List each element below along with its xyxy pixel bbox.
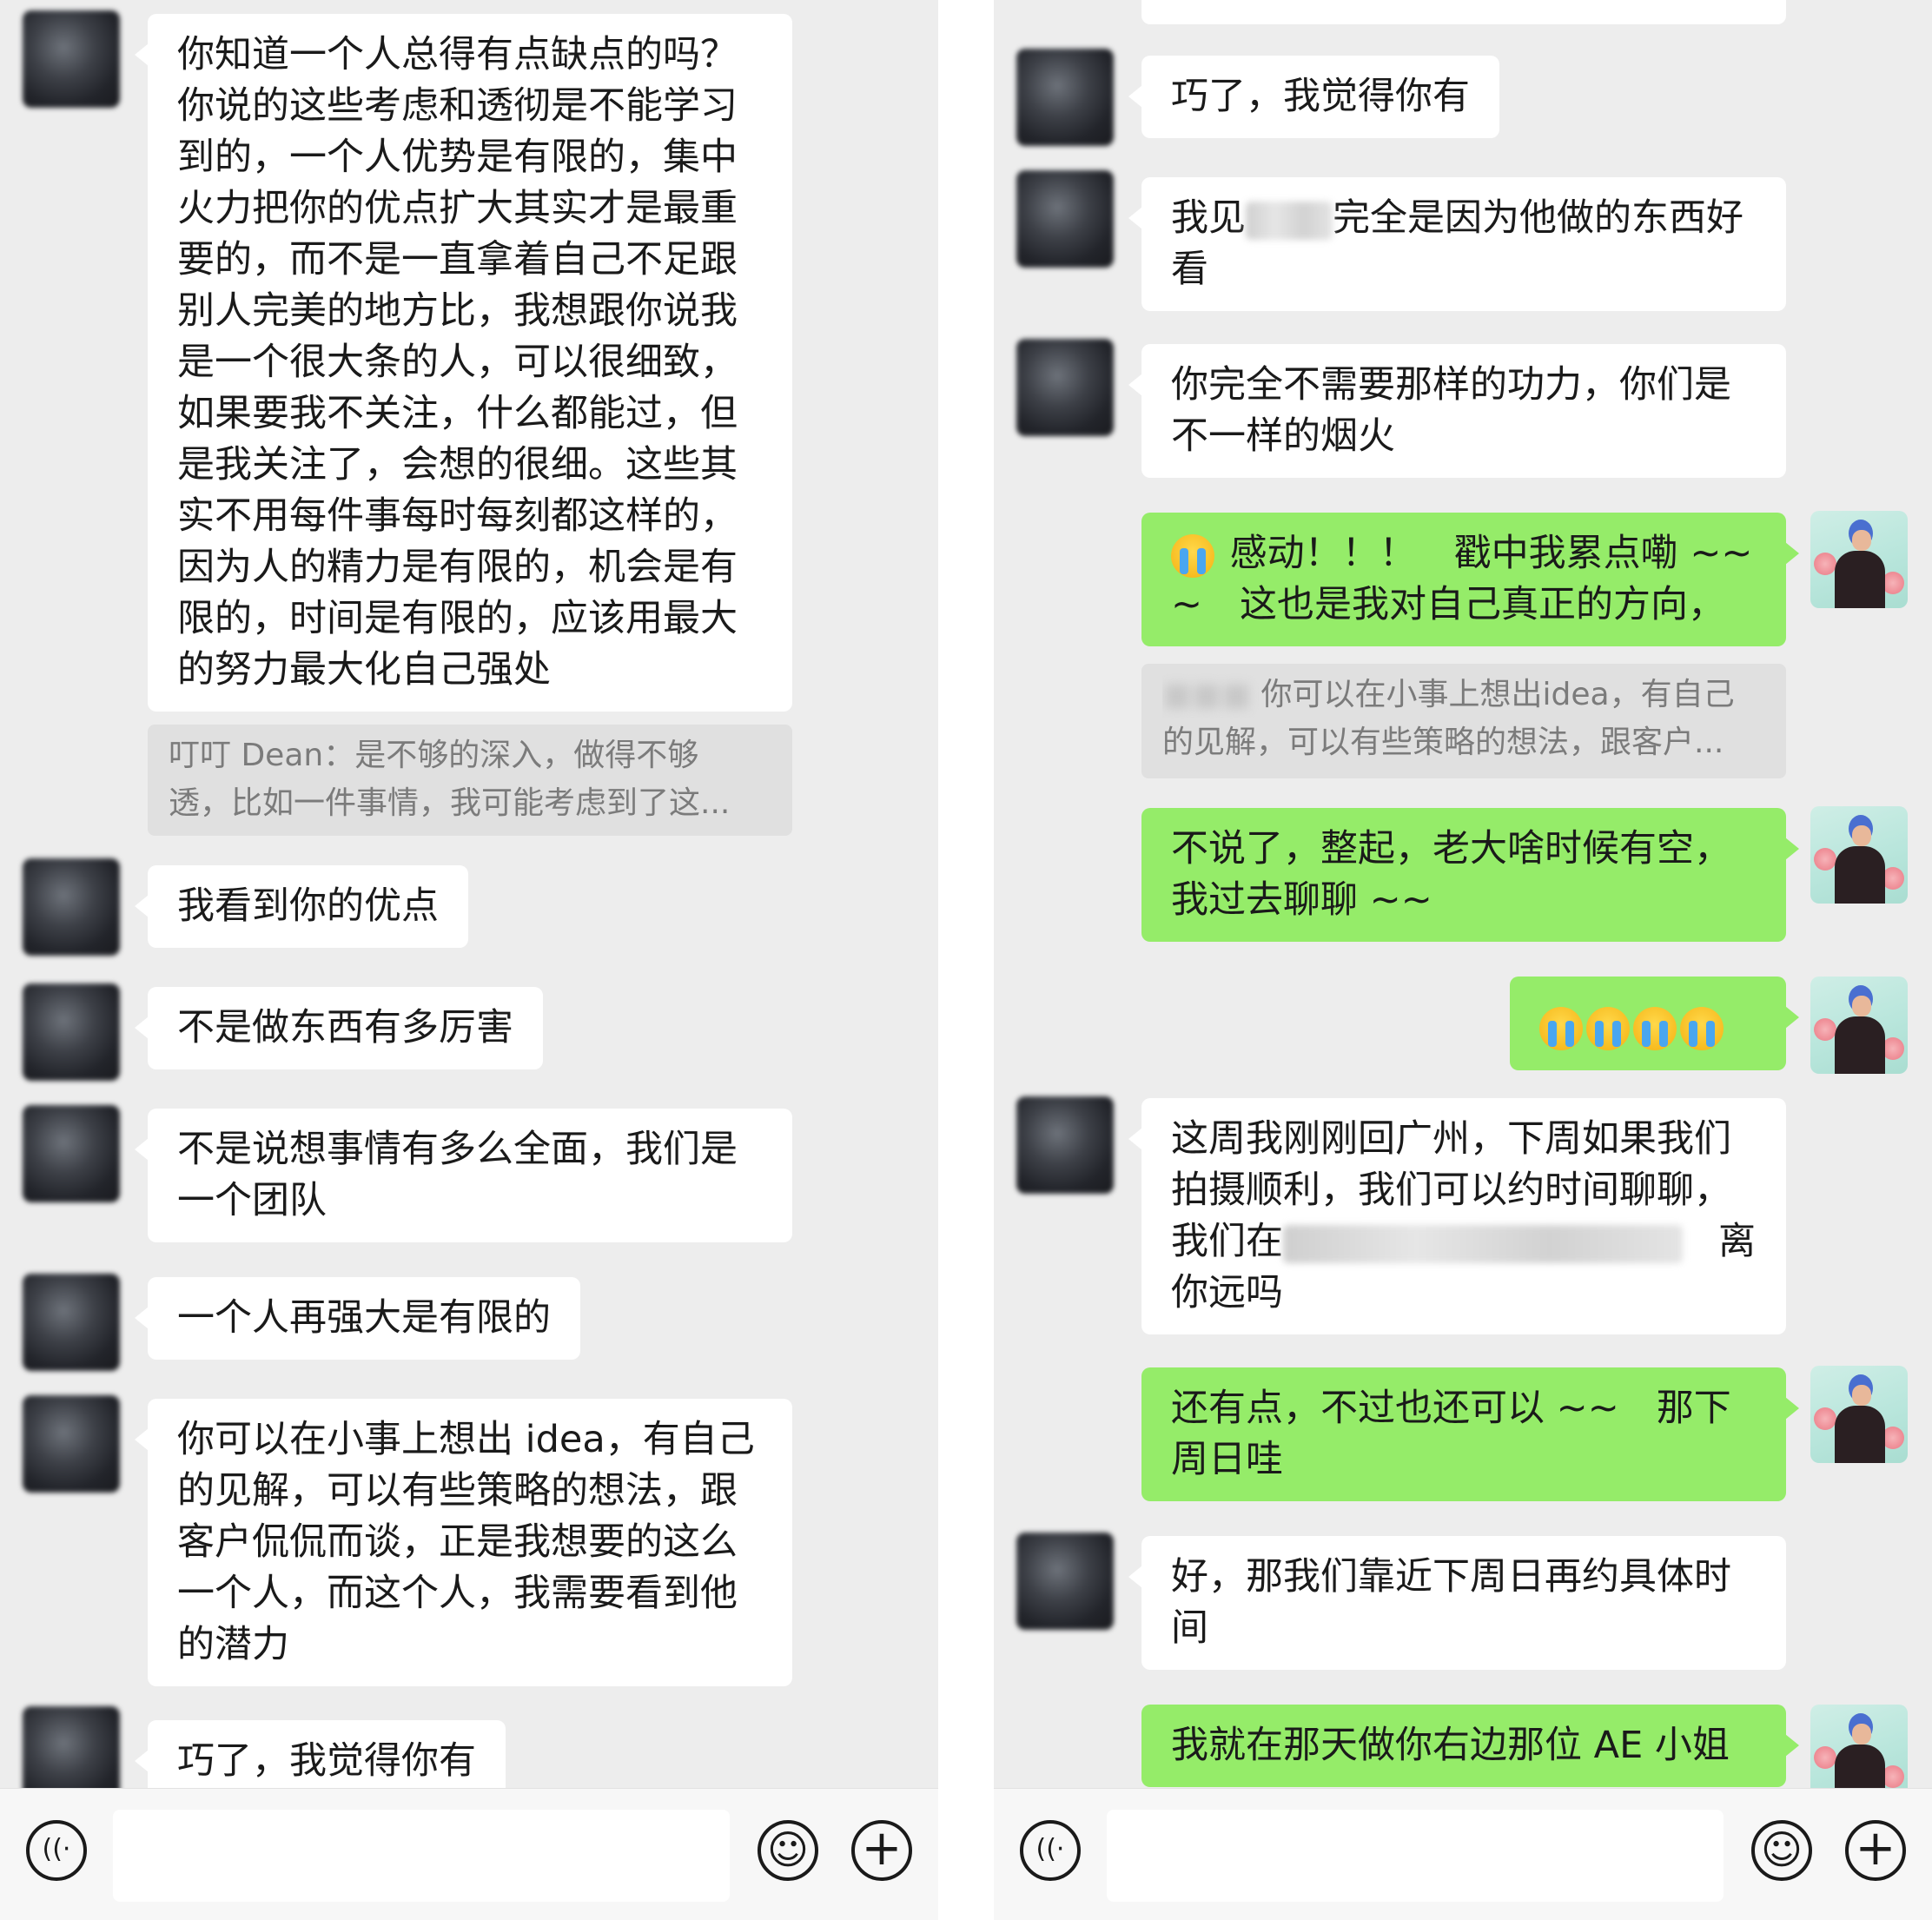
message-bubble-partial[interactable] [1141, 0, 1786, 24]
message-text: 好，那我们靠近下周日再约具体时间 [1171, 1555, 1731, 1650]
chat-panel-right: 巧了，我觉得你有 我见 完全是因为他做的东西好看 你完全不需要那样的功力，你们是不… [994, 0, 1932, 1920]
message-bubble[interactable]: 这周我刚刚回广州，下周如果我们拍摄顺利，我们可以约时间聊聊，我们在 离你远吗 [1128, 1098, 1786, 1334]
message-bubble[interactable]: 巧了，我觉得你有 [135, 1720, 506, 1788]
emoji-icon[interactable]: ☺ [1751, 1820, 1812, 1881]
message-text: 我看到你的优点 [177, 884, 439, 928]
message-bubble[interactable]: 我见 完全是因为他做的东西好看 [1128, 177, 1786, 311]
message-text: 巧了，我觉得你有 [177, 1739, 476, 1783]
message-text: 不是做东西有多厉害 [177, 1006, 513, 1049]
crying-emoji-icon [1633, 1006, 1677, 1050]
contact-avatar[interactable] [23, 1395, 120, 1493]
message-bubble[interactable]: 你完全不需要那样的功力，你们是不一样的烟火 [1128, 344, 1786, 478]
input-toolbar: ((· ☺ + [0, 1788, 938, 1920]
contact-avatar[interactable] [1016, 1533, 1114, 1630]
contact-avatar[interactable] [23, 983, 120, 1081]
quoted-reply[interactable]: 叮叮 Dean：是不够的深入，做得不够 透，比如一件事情，我可能考虑到了这... [148, 725, 792, 836]
message-text: 感动！！！ 戳中我累点嘞 ~~~ 这也是我对自己真正的方向， [1171, 532, 1753, 626]
voice-icon[interactable]: ((· [1020, 1820, 1081, 1881]
quoted-reply[interactable]: ■■■ 你可以在小事上想出idea，有自己 的见解，可以有些策略的想法，跟客户.… [1141, 664, 1786, 778]
crying-emoji-icon [1586, 1006, 1630, 1050]
self-avatar[interactable] [1810, 806, 1908, 904]
message-bubble[interactable]: 不是做东西有多厉害 [135, 987, 543, 1069]
self-avatar[interactable] [1810, 1366, 1908, 1463]
message-text: 巧了，我觉得你有 [1171, 75, 1470, 118]
message-text: 一个人再强大是有限的 [177, 1296, 551, 1340]
message-bubble[interactable]: 你可以在小事上想出 idea，有自己的见解，可以有些策略的想法，跟客户侃侃而谈，… [135, 1399, 792, 1686]
message-text: 不是说想事情有多么全面，我们是一个团队 [177, 1128, 738, 1222]
redacted-name [1246, 201, 1333, 240]
contact-avatar[interactable] [23, 10, 120, 108]
message-list[interactable]: 你知道一个人总得有点缺点的吗？你说的这些考虑和透彻是不能学习到的，一个人优势是有… [0, 0, 938, 1788]
message-bubble-self[interactable]: 我就在那天做你右边那位 AE 小姐 [1141, 1705, 1799, 1787]
contact-avatar[interactable] [23, 1706, 120, 1788]
message-bubble[interactable]: 我看到你的优点 [135, 865, 468, 948]
contact-avatar[interactable] [23, 1105, 120, 1202]
message-text: 还有点，不过也还可以 ~~ 那下周日哇 [1171, 1387, 1731, 1481]
self-avatar[interactable] [1810, 977, 1908, 1074]
redacted-name: ■■■ [1162, 677, 1252, 712]
crying-emoji-icon [1171, 533, 1214, 578]
contact-avatar[interactable] [1016, 170, 1114, 268]
message-list[interactable]: 巧了，我觉得你有 我见 完全是因为他做的东西好看 你完全不需要那样的功力，你们是不… [994, 0, 1932, 1788]
quote-line: ■■■ 你可以在小事上想出idea，有自己 [1162, 677, 1735, 712]
message-text: 你可以在小事上想出 idea，有自己的见解，可以有些策略的想法，跟客户侃侃而谈，… [177, 1418, 755, 1666]
voice-icon[interactable]: ((· [26, 1820, 87, 1881]
message-input[interactable] [113, 1810, 730, 1902]
contact-avatar[interactable] [23, 858, 120, 956]
message-bubble[interactable]: 不是说想事情有多么全面，我们是一个团队 [135, 1109, 792, 1242]
contact-avatar[interactable] [1016, 1096, 1114, 1194]
plus-icon[interactable]: + [1845, 1820, 1906, 1881]
quote-line: 叮叮 Dean：是不够的深入，做得不够 [169, 738, 699, 773]
self-avatar[interactable] [1810, 1705, 1908, 1788]
contact-avatar[interactable] [1016, 339, 1114, 436]
input-toolbar: ((· ☺ + [994, 1788, 1932, 1920]
message-text: 你知道一个人总得有点缺点的吗？你说的这些考虑和透彻是不能学习到的，一个人优势是有… [177, 33, 738, 692]
contact-avatar[interactable] [1016, 49, 1114, 146]
message-text: 我就在那天做你右边那位 AE 小姐 [1171, 1724, 1730, 1767]
plus-icon[interactable]: + [851, 1820, 912, 1881]
chat-panel-left: 你知道一个人总得有点缺点的吗？你说的这些考虑和透彻是不能学习到的，一个人优势是有… [0, 0, 938, 1920]
message-bubble[interactable]: 好，那我们靠近下周日再约具体时间 [1128, 1536, 1786, 1670]
message-bubble[interactable]: 一个人再强大是有限的 [135, 1277, 580, 1360]
message-input[interactable] [1107, 1810, 1724, 1902]
message-bubble-self[interactable]: 还有点，不过也还可以 ~~ 那下周日哇 [1141, 1367, 1799, 1501]
message-bubble[interactable]: 你知道一个人总得有点缺点的吗？你说的这些考虑和透彻是不能学习到的，一个人优势是有… [135, 14, 792, 712]
redacted-location [1283, 1224, 1683, 1263]
emoji-icon[interactable]: ☺ [758, 1820, 818, 1881]
self-avatar[interactable] [1810, 511, 1908, 608]
message-bubble-self[interactable] [1510, 977, 1799, 1070]
message-bubble-self[interactable]: 不说了，整起，老大啥时候有空，我过去聊聊 ~~ [1141, 808, 1799, 942]
message-text: 我见 [1171, 196, 1246, 240]
message-bubble[interactable]: 巧了，我觉得你有 [1128, 56, 1499, 138]
crying-emoji-icon [1680, 1006, 1724, 1050]
message-text: 你完全不需要那样的功力，你们是不一样的烟火 [1171, 363, 1731, 458]
crying-emoji-icon [1539, 1006, 1583, 1050]
message-bubble-self[interactable]: 感动！！！ 戳中我累点嘞 ~~~ 这也是我对自己真正的方向， [1141, 513, 1799, 646]
contact-avatar[interactable] [23, 1274, 120, 1371]
message-text: 不说了，整起，老大啥时候有空，我过去聊聊 ~~ [1171, 827, 1731, 922]
quote-line: 的见解，可以有些策略的想法，跟客户... [1162, 725, 1724, 760]
quote-line: 透，比如一件事情，我可能考虑到了这... [169, 785, 731, 821]
